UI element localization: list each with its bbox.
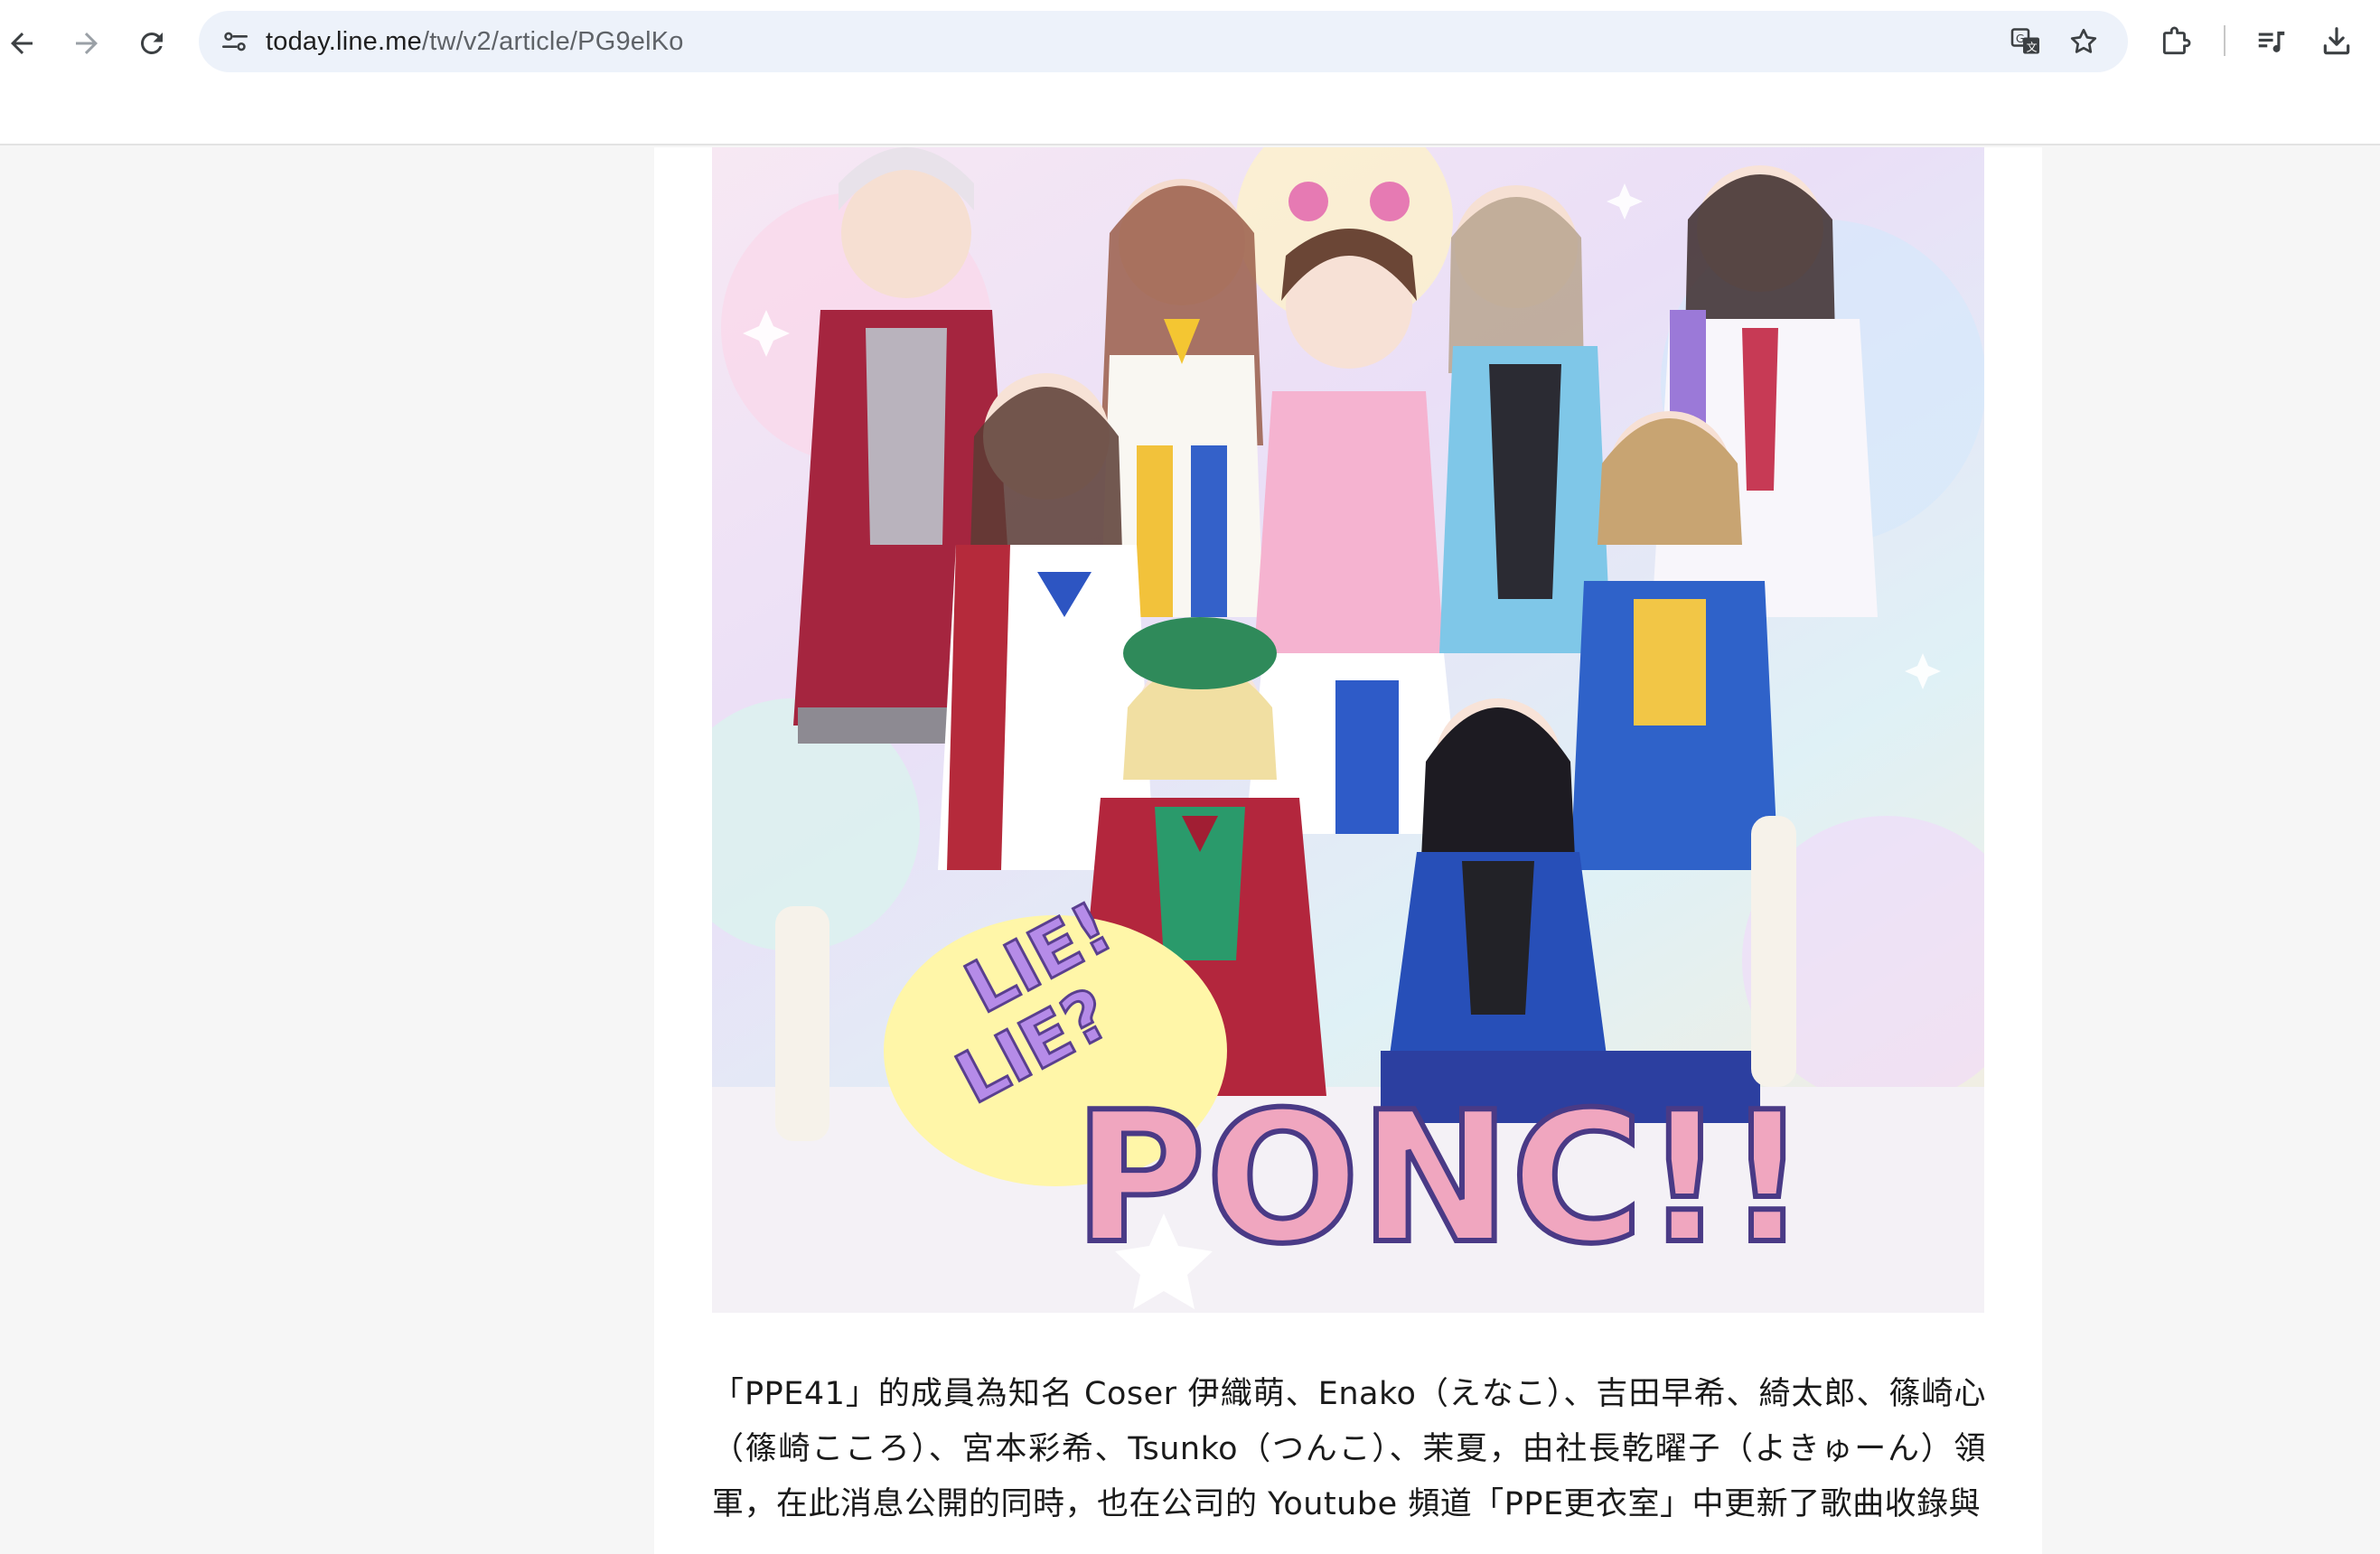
- address-bar[interactable]: today.line.me/tw/v2/article/PG9elKo G 文: [199, 11, 2128, 72]
- reload-icon: [140, 32, 163, 54]
- bookmark-button[interactable]: [2058, 16, 2109, 67]
- star-icon: [2070, 28, 2097, 53]
- translate-icon: G 文: [2010, 28, 2039, 54]
- group-photo-illustration: LIE! LIE? PONC!!: [712, 147, 1984, 1313]
- download-icon: [2323, 27, 2350, 55]
- site-info-button[interactable]: [210, 16, 260, 67]
- boot-shape: [1751, 816, 1796, 1087]
- reading-list-button[interactable]: [2243, 13, 2300, 70]
- toolbar-divider: [2224, 25, 2225, 56]
- arrow-left-icon: [11, 33, 33, 54]
- browser-toolbar: today.line.me/tw/v2/article/PG9elKo G 文: [0, 0, 2380, 145]
- content-fade: [654, 1536, 2042, 1554]
- extensions-button[interactable]: [2147, 13, 2205, 70]
- arrow-right-icon: [76, 33, 98, 54]
- downloads-button[interactable]: [2308, 13, 2366, 70]
- media-queue-icon: [2258, 31, 2285, 52]
- puzzle-icon: [2162, 26, 2191, 55]
- article-column: LIE! LIE? PONC!! 「PPE41」的成員為知名 Coser 伊織萌…: [654, 147, 2042, 1554]
- tune-icon: [221, 32, 248, 51]
- reload-button[interactable]: [123, 14, 181, 72]
- back-button[interactable]: [0, 14, 51, 72]
- article-photo: LIE! LIE? PONC!!: [712, 147, 1984, 1313]
- svg-text:文: 文: [2027, 41, 2038, 54]
- url-host: today.line.me: [266, 27, 422, 56]
- boot-shape: [775, 906, 829, 1141]
- url-path: /tw/v2/article/PG9elKo: [421, 27, 684, 56]
- translate-button[interactable]: G 文: [2001, 16, 2051, 67]
- article-paragraph: 「PPE41」的成員為知名 Coser 伊織萌、Enako（えなこ）、吉田早希、…: [712, 1376, 1986, 1522]
- forward-button[interactable]: [58, 14, 116, 72]
- url-text[interactable]: today.line.me/tw/v2/article/PG9elKo: [266, 11, 684, 72]
